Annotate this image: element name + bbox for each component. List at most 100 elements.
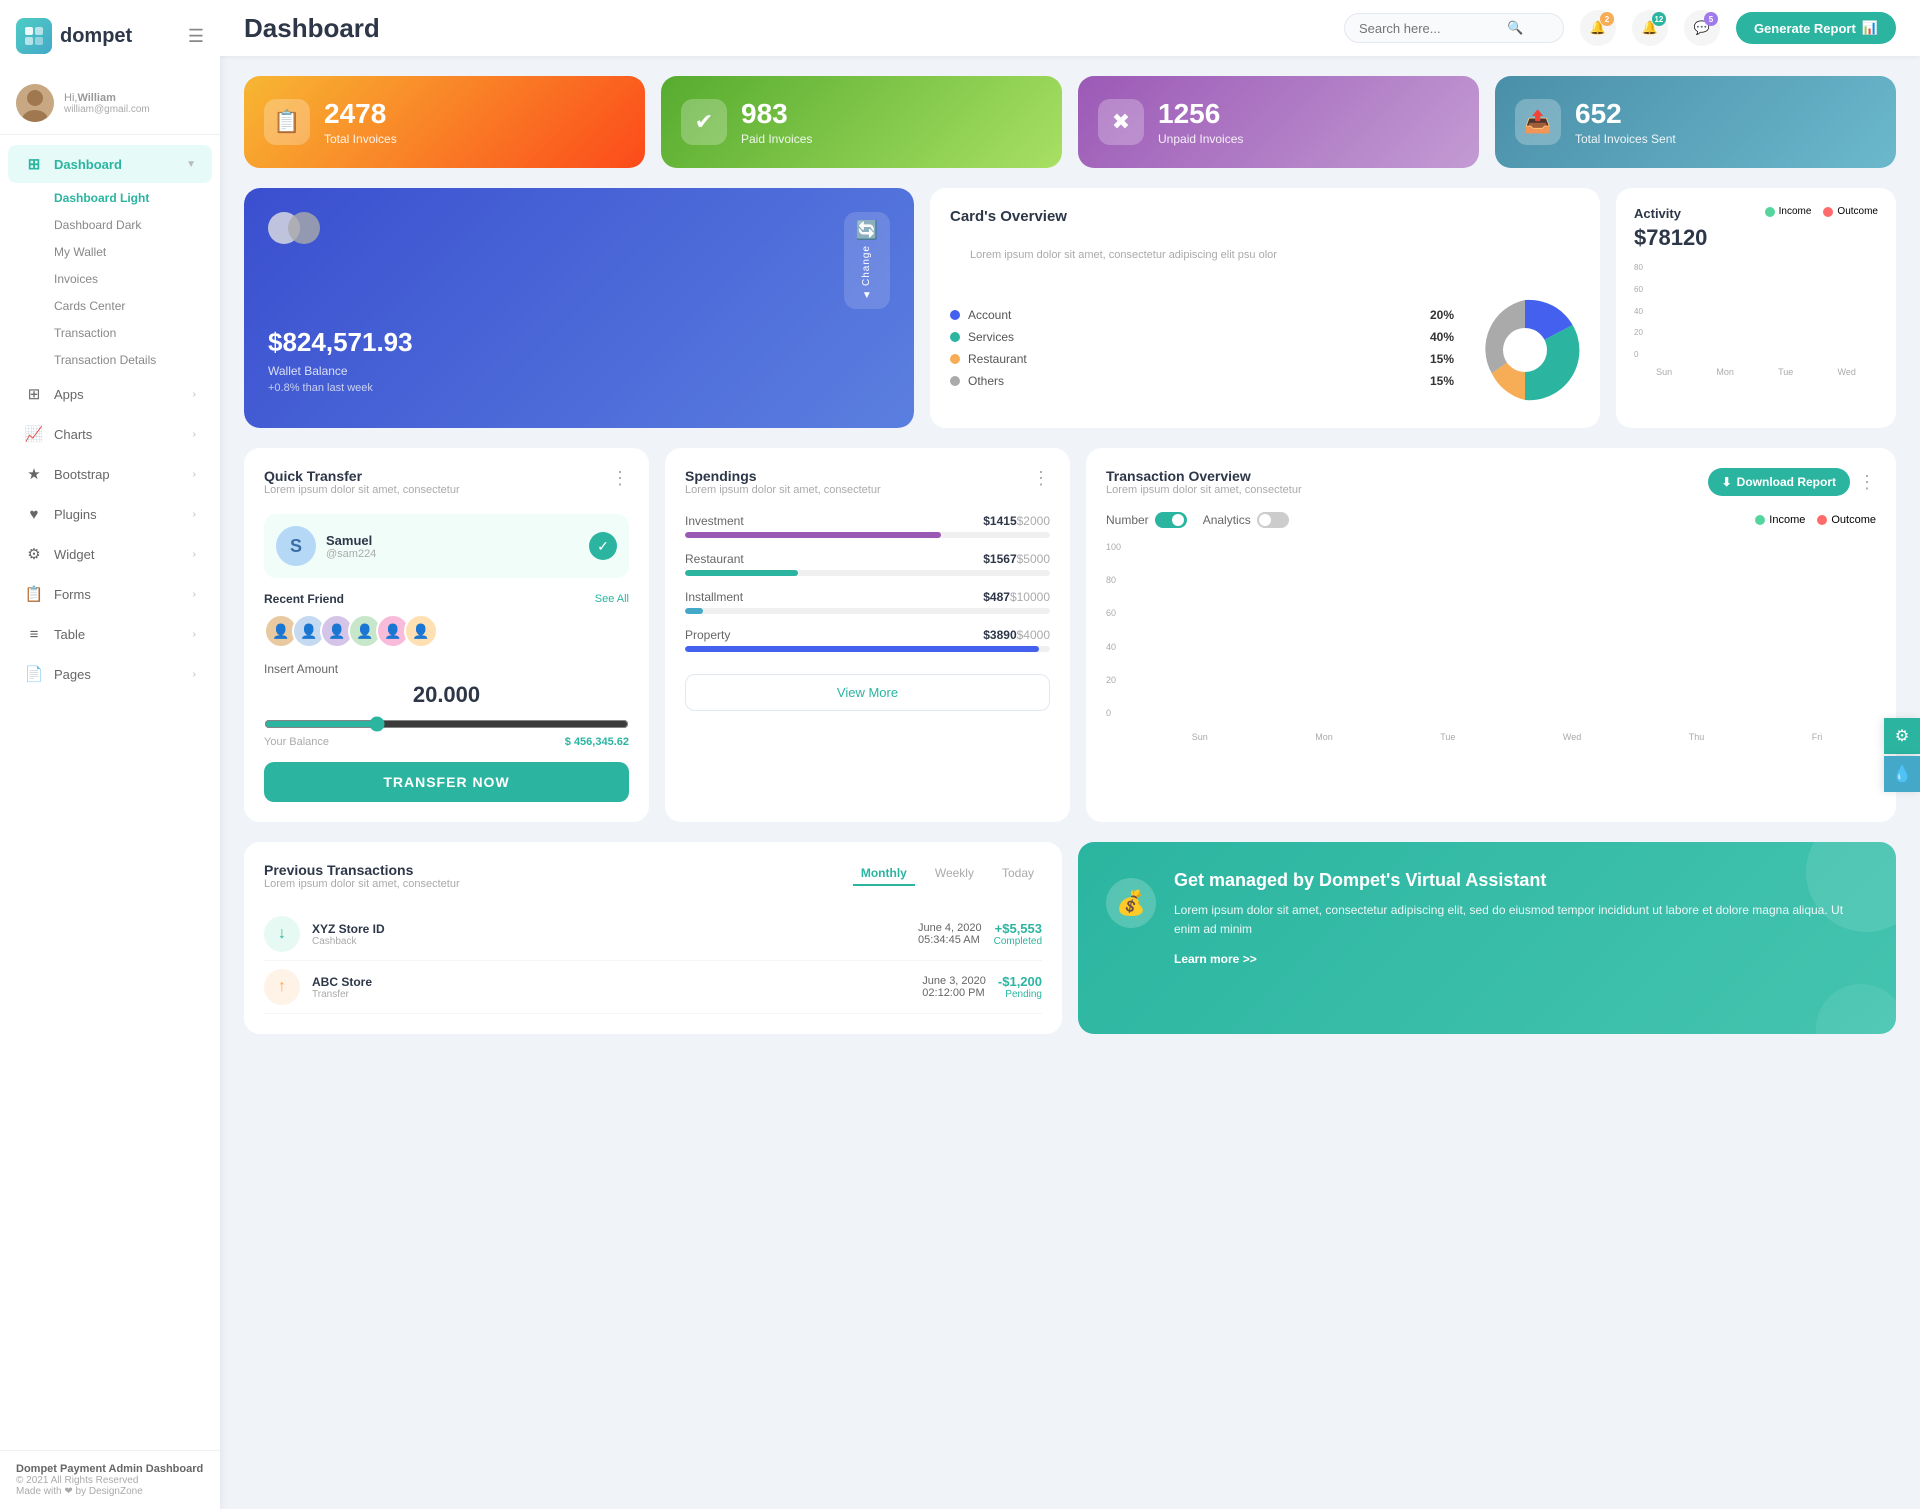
pt-tab-weekly[interactable]: Weekly xyxy=(927,862,982,886)
see-all-link[interactable]: See All xyxy=(595,593,629,605)
spending-amount-restaurant: $1567 xyxy=(983,552,1016,566)
wallet-section: 🔄 Change ▼ $824,571.93 Wallet Balance +0… xyxy=(244,188,914,428)
tx-time-2: 02:12:00 PM xyxy=(922,987,986,999)
stat-value-unpaid-invoices: 1256 xyxy=(1158,98,1243,130)
sidebar-item-forms[interactable]: 📋 Forms › xyxy=(8,575,212,613)
logo-text: dompet xyxy=(60,25,132,48)
change-button[interactable]: 🔄 Change ▼ xyxy=(844,212,890,309)
outcome-dot xyxy=(1823,207,1833,217)
sidebar-item-plugins[interactable]: ♥ Plugins › xyxy=(8,495,212,533)
pt-tab-today[interactable]: Today xyxy=(994,862,1042,886)
download-report-button[interactable]: ⬇ Download Report xyxy=(1708,468,1850,496)
sidebar-item-bootstrap[interactable]: ★ Bootstrap › xyxy=(8,455,212,493)
alerts-bell[interactable]: 🔔 12 xyxy=(1632,10,1668,46)
progress-bar-property xyxy=(685,646,1050,652)
activity-bar-chart: 806040200 xyxy=(1634,263,1878,363)
progress-bar-investment xyxy=(685,532,1050,538)
to-legend-outcome: Outcome xyxy=(1817,514,1876,526)
progress-fill-restaurant xyxy=(685,570,798,576)
tx-sub-1: Cashback xyxy=(312,936,385,947)
sidebar-item-label: Table xyxy=(54,627,85,642)
cards-chart-row: Account 20% Services 40% Restaurant 15% xyxy=(950,295,1580,408)
messages-icon[interactable]: 💬 5 xyxy=(1684,10,1720,46)
pt-tab-monthly[interactable]: Monthly xyxy=(853,862,915,886)
to-dots[interactable]: ⋮ xyxy=(1858,472,1876,493)
spendings-header: Spendings Lorem ipsum dolor sit amet, co… xyxy=(685,468,1050,510)
hamburger-icon[interactable]: ☰ xyxy=(188,26,204,47)
footer-made-with: Made with ❤ by DesignZone xyxy=(16,1486,204,1497)
water-float-btn[interactable]: 💧 xyxy=(1884,756,1920,792)
notifications-bell[interactable]: 🔔 2 xyxy=(1580,10,1616,46)
stat-card-total-sent: 📤 652 Total Invoices Sent xyxy=(1495,76,1896,168)
content-area: 📋 2478 Total Invoices ✔ 983 Paid Invoice… xyxy=(220,56,1920,1509)
quick-transfer-dots[interactable]: ⋮ xyxy=(611,468,629,489)
contact-card: S Samuel @sam224 ✓ xyxy=(264,514,629,578)
sidebar-item-table[interactable]: ≡ Table › xyxy=(8,615,212,653)
cards-overview: Card's Overview Lorem ipsum dolor sit am… xyxy=(930,188,1600,428)
generate-report-button[interactable]: Generate Report 📊 xyxy=(1736,12,1896,44)
toggle-number[interactable] xyxy=(1155,512,1187,528)
chevron-right-icon: › xyxy=(193,589,196,600)
sidebar-item-pages[interactable]: 📄 Pages › xyxy=(8,655,212,693)
chevron-down-icon: ▼ xyxy=(186,159,196,170)
sidebar-item-dashboard[interactable]: ⊞ Dashboard ▼ xyxy=(8,145,212,183)
tx-status-2: Pending xyxy=(998,989,1042,1000)
friend-avatars: 👤 👤 👤 👤 👤 👤 xyxy=(264,614,629,648)
sidebar-item-charts[interactable]: 📈 Charts › xyxy=(8,415,212,453)
tx-icon-2: ↑ xyxy=(264,969,300,1005)
spending-amount-installment: $487 xyxy=(983,590,1010,604)
sidebar-item-invoices[interactable]: Invoices xyxy=(38,266,212,292)
stat-icon-total-invoices: 📋 xyxy=(264,99,310,145)
sidebar: dompet ☰ Hi,William william@gmail.com ⊞ … xyxy=(0,0,220,1509)
settings-float-btn[interactable]: ⚙ xyxy=(1884,718,1920,754)
search-icon[interactable]: 🔍 xyxy=(1507,20,1523,36)
spending-label-installment: Installment xyxy=(685,590,743,604)
tx-amount-2: -$1,200 xyxy=(998,974,1042,989)
x-label-thu: Thu xyxy=(1689,732,1705,742)
activity-title: Activity xyxy=(1634,206,1681,221)
sidebar-item-apps[interactable]: ⊞ Apps › xyxy=(8,375,212,413)
legend-dot-services xyxy=(950,332,960,342)
messages-badge: 5 xyxy=(1704,12,1718,26)
spending-max-investment: $2000 xyxy=(1017,514,1050,528)
spendings-dots[interactable]: ⋮ xyxy=(1032,468,1050,489)
quick-transfer-subtitle: Lorem ipsum dolor sit amet, consectetur xyxy=(264,484,460,496)
transaction-row-1: ↓ XYZ Store ID Cashback June 4, 2020 05:… xyxy=(264,908,1042,961)
spending-max-property: $4000 xyxy=(1017,628,1050,642)
va-learn-more-link[interactable]: Learn more >> xyxy=(1174,952,1257,966)
to-income-dot xyxy=(1755,515,1765,525)
wallet-change: +0.8% than last week xyxy=(268,382,890,394)
sidebar-item-label: Forms xyxy=(54,587,91,602)
sidebar-logo: dompet ☰ xyxy=(0,0,220,72)
to-subtitle: Lorem ipsum dolor sit amet, consectetur xyxy=(1106,484,1302,496)
stats-row: 📋 2478 Total Invoices ✔ 983 Paid Invoice… xyxy=(244,76,1896,168)
chevron-right-icon: › xyxy=(193,669,196,680)
legend-label-services: Services xyxy=(968,330,1014,344)
activity-legend-income: Income xyxy=(1765,206,1812,217)
sidebar-item-widget[interactable]: ⚙ Widget › xyxy=(8,535,212,573)
x-label-tue: Tue xyxy=(1778,367,1793,377)
va-icon: 💰 xyxy=(1106,878,1156,928)
sidebar-item-cards-center[interactable]: Cards Center xyxy=(38,293,212,319)
view-more-button[interactable]: View More xyxy=(685,674,1050,711)
amount-slider[interactable] xyxy=(264,716,629,732)
chevron-right-icon: › xyxy=(193,509,196,520)
tx-date-1: June 4, 2020 05:34:45 AM xyxy=(918,922,982,946)
sidebar-item-dashboard-dark[interactable]: Dashboard Dark xyxy=(38,212,212,238)
x-label-wed: Wed xyxy=(1563,732,1581,742)
search-input[interactable] xyxy=(1359,21,1499,36)
to-y-axis: 100806040200 xyxy=(1106,542,1134,718)
sidebar-item-transaction[interactable]: Transaction xyxy=(38,320,212,346)
toggle-analytics[interactable] xyxy=(1257,512,1289,528)
chevron-down-icon: ▼ xyxy=(862,290,872,301)
transfer-now-button[interactable]: TRANSFER NOW xyxy=(264,762,629,802)
tx-time-1: 05:34:45 AM xyxy=(918,934,982,946)
sidebar-item-label: Bootstrap xyxy=(54,467,110,482)
search-box: 🔍 xyxy=(1344,13,1564,43)
sidebar-item-dashboard-light[interactable]: Dashboard Light xyxy=(38,185,212,211)
quick-transfer-card: Quick Transfer Lorem ipsum dolor sit ame… xyxy=(244,448,649,822)
sidebar-item-my-wallet[interactable]: My Wallet xyxy=(38,239,212,265)
sidebar-item-transaction-details[interactable]: Transaction Details xyxy=(38,347,212,373)
table-icon: ≡ xyxy=(24,624,44,644)
chevron-right-icon: › xyxy=(193,429,196,440)
